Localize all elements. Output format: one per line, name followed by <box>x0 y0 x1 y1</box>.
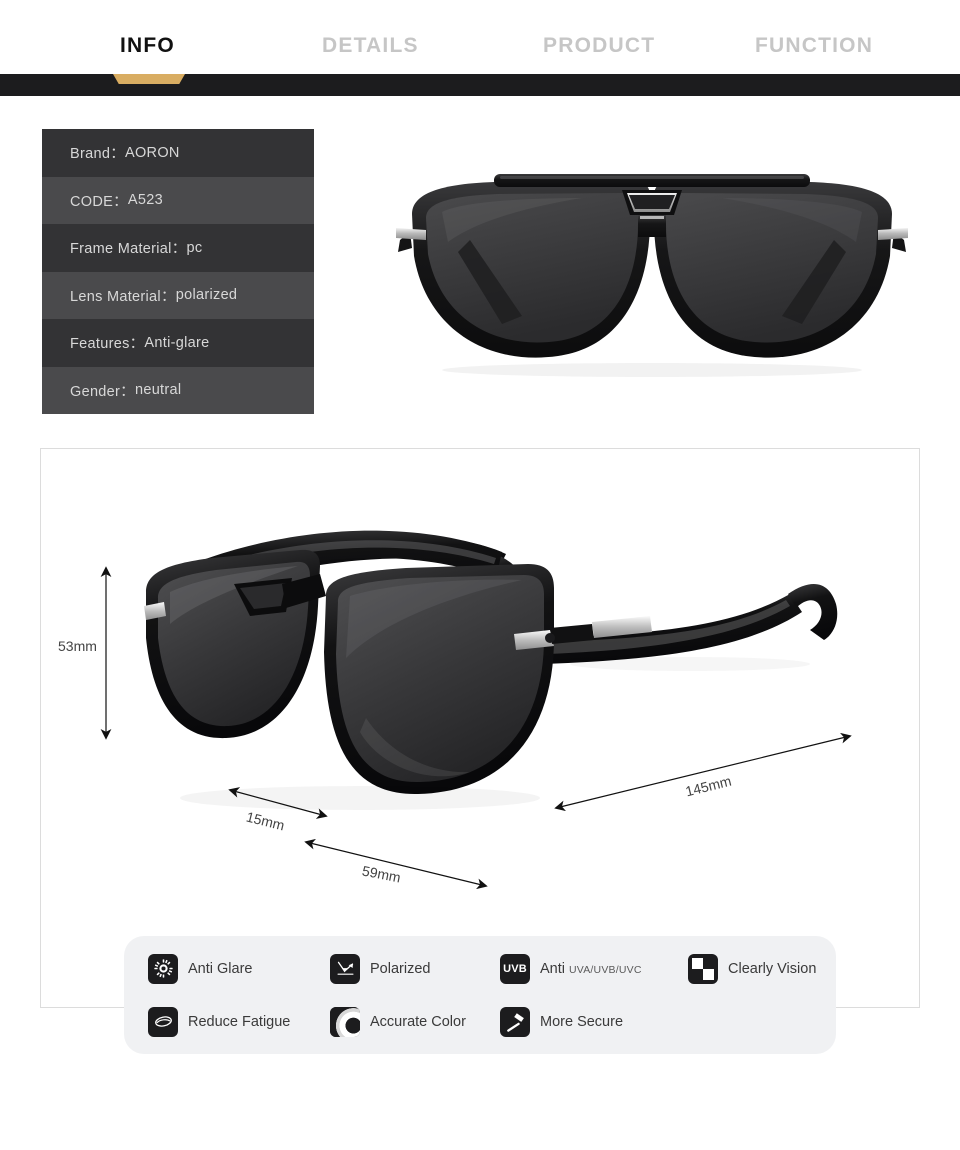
spec-label: Features： <box>70 336 145 353</box>
eye-icon <box>148 1006 178 1037</box>
feature-reduce-fatigue: Reduce Fatigue <box>148 1006 330 1037</box>
spec-label: Lens Material： <box>70 288 176 305</box>
table-row: Gender： neutral <box>42 366 314 414</box>
feature-accurate-color: Accurate Color <box>330 1006 500 1037</box>
table-row: Brand： AORON <box>42 129 314 177</box>
feature-label: Reduce Fatigue <box>188 1013 291 1030</box>
spec-label: CODE： <box>70 193 128 210</box>
feature-label-sub: UVA/UVB/UVC <box>569 963 642 976</box>
feature-label: Anti Glare <box>188 960 253 977</box>
checkerboard-grid <box>688 953 718 984</box>
tab-bar: INFO DETAILS PRODUCT FUNCTION <box>0 0 960 96</box>
spec-value: Anti-glare <box>144 334 210 351</box>
tab-details[interactable]: DETAILS <box>322 34 419 58</box>
feature-label-main: Anti <box>540 960 570 977</box>
feature-more-secure: More Secure <box>500 1006 688 1037</box>
table-row: Lens Material： polarized <box>42 271 314 319</box>
checkerboard-icon <box>688 953 718 984</box>
table-row: Frame Material： pc <box>42 224 314 272</box>
color-swirl-icon <box>330 1006 360 1037</box>
spec-value: neutral <box>134 382 182 399</box>
tab-function[interactable]: FUNCTION <box>755 34 873 58</box>
reflection-arrow-icon <box>330 953 360 984</box>
sun-icon <box>148 953 178 984</box>
feature-label: Polarized <box>370 960 431 977</box>
spec-label: Gender： <box>70 383 135 400</box>
spec-label: Frame Material： <box>70 241 187 258</box>
tab-list: INFO DETAILS PRODUCT FUNCTION <box>0 0 960 74</box>
color-swirl-shape <box>330 1006 360 1037</box>
spec-value: polarized <box>175 287 238 304</box>
feature-anti-glare: Anti Glare <box>148 953 330 984</box>
sunglasses-front-image <box>396 174 908 377</box>
uvb-badge-icon: UVB <box>500 953 530 984</box>
uvb-badge-text: UVB <box>503 962 527 975</box>
table-row: CODE： A523 <box>42 176 314 224</box>
feature-label: Anti UVA/UVB/UVC <box>540 961 642 977</box>
spec-value: A523 <box>127 192 163 209</box>
specification-table: Brand： AORON CODE： A523 Frame Material： … <box>42 129 314 414</box>
table-row: Features： Anti-glare <box>42 319 314 367</box>
active-tab-indicator <box>113 74 185 84</box>
tab-product[interactable]: PRODUCT <box>543 34 655 58</box>
tab-info[interactable]: INFO <box>120 34 175 58</box>
spec-label: Brand： <box>70 146 125 163</box>
feature-polarized: Polarized <box>330 953 500 984</box>
feature-list: Anti Glare Polarized UVB Anti UVA/UVB/UV… <box>124 936 836 1054</box>
feature-label: Accurate Color <box>370 1013 466 1030</box>
spec-value: pc <box>186 239 203 256</box>
hammer-icon <box>500 1006 530 1037</box>
feature-anti-uv: UVB Anti UVA/UVB/UVC <box>500 953 688 984</box>
spec-value: AORON <box>125 144 180 161</box>
feature-clearly-vision: Clearly Vision <box>688 953 860 984</box>
feature-label: More Secure <box>540 1013 624 1030</box>
feature-label: Clearly Vision <box>728 960 817 977</box>
sunglasses-angled-image <box>144 530 838 810</box>
